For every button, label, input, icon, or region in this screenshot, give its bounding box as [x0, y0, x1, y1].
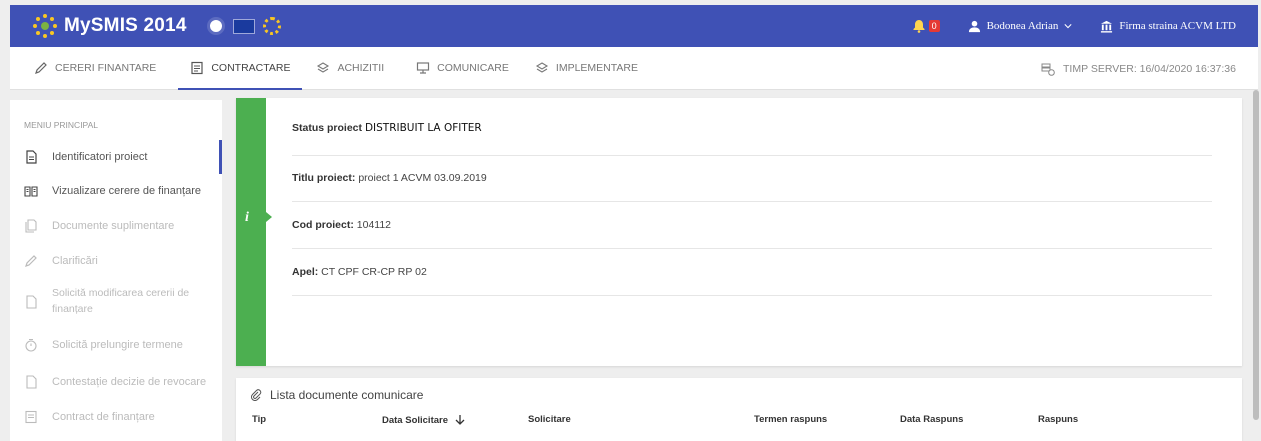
- paperclip-icon: [250, 389, 262, 401]
- documents-card: Lista documente comunicare Tip Data Soli…: [236, 378, 1242, 441]
- project-status-field: Status proiect DISTRIBUIT LA OFITER: [292, 122, 1212, 156]
- column-header-data-raspuns[interactable]: Data Raspuns: [900, 414, 963, 425]
- column-header-label: Solicitare: [528, 414, 571, 425]
- sidebar-item-solicita-modificarea: Solicită modificarea cererii de finanțar…: [10, 278, 222, 326]
- project-info-card: i Status proiect DISTRIBUIT LA OFITER Ti…: [236, 98, 1242, 366]
- tab-achizitii[interactable]: ACHIZITII: [304, 47, 396, 90]
- column-header-label: Termen raspuns: [754, 414, 828, 425]
- stars-ring-icon: [262, 17, 281, 35]
- layers-icon: [535, 62, 548, 73]
- project-title-label: Titlu proiect:: [292, 172, 356, 184]
- column-header-termen-raspuns[interactable]: Termen raspuns: [754, 414, 827, 425]
- layers-icon: [317, 62, 330, 73]
- sidebar-item-documente-suplimentare: Documente suplimentare: [10, 208, 222, 244]
- column-header-solicitare[interactable]: Solicitare: [528, 414, 571, 425]
- server-clock-icon: [1041, 63, 1055, 76]
- globe-icon: [206, 17, 225, 35]
- sidebar-item-vizualizare-cerere[interactable]: Vizualizare cerere de finanțare: [10, 174, 222, 208]
- tab-comunicare[interactable]: COMUNICARE: [404, 47, 521, 90]
- contract-icon: [25, 410, 37, 424]
- sidebar-item-label: Solicită prelungire termene: [52, 339, 183, 351]
- tab-label: ACHIZITII: [337, 62, 385, 74]
- sidebar-item-clarificari: Clarificări: [10, 244, 222, 278]
- sidebar-item-contract-finantare: Contract de finanțare: [10, 400, 222, 434]
- sidebar-item-contestatie: Contestație decizie de revocare: [10, 364, 222, 400]
- page-scrollbar[interactable]: [1253, 90, 1259, 420]
- user-name: Bodonea Adrian: [986, 20, 1059, 32]
- info-strip: i: [236, 98, 266, 366]
- tab-cereri-finantare[interactable]: CERERI FINANTARE: [22, 47, 168, 90]
- sidebar-item-label: Clarificări: [52, 255, 98, 267]
- company-menu[interactable]: Firma straina ACVM LTD: [1100, 20, 1236, 33]
- sidebar-item-solicita-prelungire: Solicită prelungire termene: [10, 326, 222, 364]
- book-icon: [24, 186, 38, 197]
- project-call-label: Apel:: [292, 266, 319, 278]
- tab-label: CERERI FINANTARE: [55, 62, 157, 74]
- project-status-value: DISTRIBUIT LA OFITER: [364, 122, 482, 134]
- company-name: Firma straina ACVM LTD: [1119, 20, 1236, 32]
- tab-contractare[interactable]: CONTRACTARE: [178, 47, 303, 90]
- project-code-field: Cod proiect: 104112: [292, 219, 1212, 249]
- tab-label: IMPLEMENTARE: [555, 62, 638, 74]
- main-navigation: CERERI FINANTARE CONTRACTARE ACHIZITII C…: [10, 47, 1258, 90]
- project-call-value: CT CPF CR-CP RP 02: [321, 266, 427, 278]
- file-icon: [26, 375, 37, 389]
- pencil-icon: [35, 62, 47, 74]
- user-icon: [968, 20, 980, 32]
- tab-implementare[interactable]: IMPLEMENTARE: [523, 47, 650, 90]
- notification-count-badge: 0: [928, 20, 940, 32]
- sidebar-item-label: Identificatori proiect: [52, 151, 148, 163]
- column-header-tip[interactable]: Tip: [252, 414, 266, 425]
- sidebar-item-label: Documente suplimentare: [52, 220, 175, 232]
- sidebar-item-label: Contract de finanțare: [52, 411, 155, 423]
- project-status-label: Status proiect: [292, 122, 363, 134]
- documents-header: Lista documente comunicare: [250, 378, 423, 412]
- documents-title: Lista documente comunicare: [270, 388, 424, 402]
- sidebar-item-identificatori-proiect[interactable]: Identificatori proiect: [10, 140, 222, 174]
- user-menu[interactable]: Bodonea Adrian: [968, 20, 1073, 33]
- institution-icon: [1101, 20, 1113, 33]
- column-header-data-solicitare[interactable]: Data Solicitare: [382, 414, 466, 426]
- sidebar-menu: MENIU PRINCIPAL Identificatori proiect V…: [10, 100, 222, 441]
- info-icon: i: [245, 210, 249, 225]
- file-edit-icon: [26, 295, 37, 309]
- app-title[interactable]: MySMIS 2014: [64, 15, 187, 37]
- column-header-label: Data Raspuns: [900, 414, 964, 425]
- project-title-field: Titlu proiect: proiect 1 ACVM 03.09.2019: [292, 172, 1212, 202]
- project-code-value: 104112: [356, 219, 392, 231]
- server-time-text: TIMP SERVER: 16/04/2020 16:37:36: [1063, 62, 1236, 75]
- sort-arrow-down-icon: [455, 415, 465, 425]
- contract-icon: [191, 61, 203, 75]
- timer-icon: [25, 338, 37, 352]
- sidebar-item-label: Solicită modificarea cererii de finanțar…: [52, 287, 190, 315]
- sun-logo-icon: [33, 14, 57, 38]
- tab-label: COMUNICARE: [437, 62, 509, 74]
- tab-label: CONTRACTARE: [211, 62, 291, 74]
- column-header-label: Tip: [252, 414, 267, 425]
- column-header-label: Data Solicitare: [382, 414, 448, 426]
- project-call-field: Apel: CT CPF CR-CP RP 02: [292, 266, 1212, 296]
- server-time: TIMP SERVER: 16/04/2020 16:37:36: [1041, 47, 1236, 90]
- document-icon: [26, 150, 37, 164]
- project-title-value: proiect 1 ACVM 03.09.2019: [358, 172, 487, 184]
- bell-icon: [913, 20, 925, 33]
- chevron-down-icon: [1064, 24, 1072, 29]
- monitor-icon: [417, 62, 430, 74]
- project-code-label: Cod proiect:: [292, 219, 354, 231]
- files-icon: [25, 219, 37, 233]
- sidebar-item-label: Contestație decizie de revocare: [52, 376, 207, 388]
- top-app-bar: MySMIS 2014 0 Bodonea Adrian Firma strai…: [10, 5, 1258, 47]
- pencil-icon: [25, 255, 37, 267]
- column-header-label: Raspuns: [1038, 414, 1079, 425]
- info-arrow: [266, 212, 272, 222]
- sidebar-item-label: Vizualizare cerere de finanțare: [52, 185, 201, 197]
- menu-title: MENIU PRINCIPAL: [24, 120, 98, 130]
- column-header-raspuns[interactable]: Raspuns: [1038, 414, 1078, 425]
- eu-flag-icon: [232, 18, 255, 34]
- notifications-button[interactable]: 0: [912, 19, 940, 33]
